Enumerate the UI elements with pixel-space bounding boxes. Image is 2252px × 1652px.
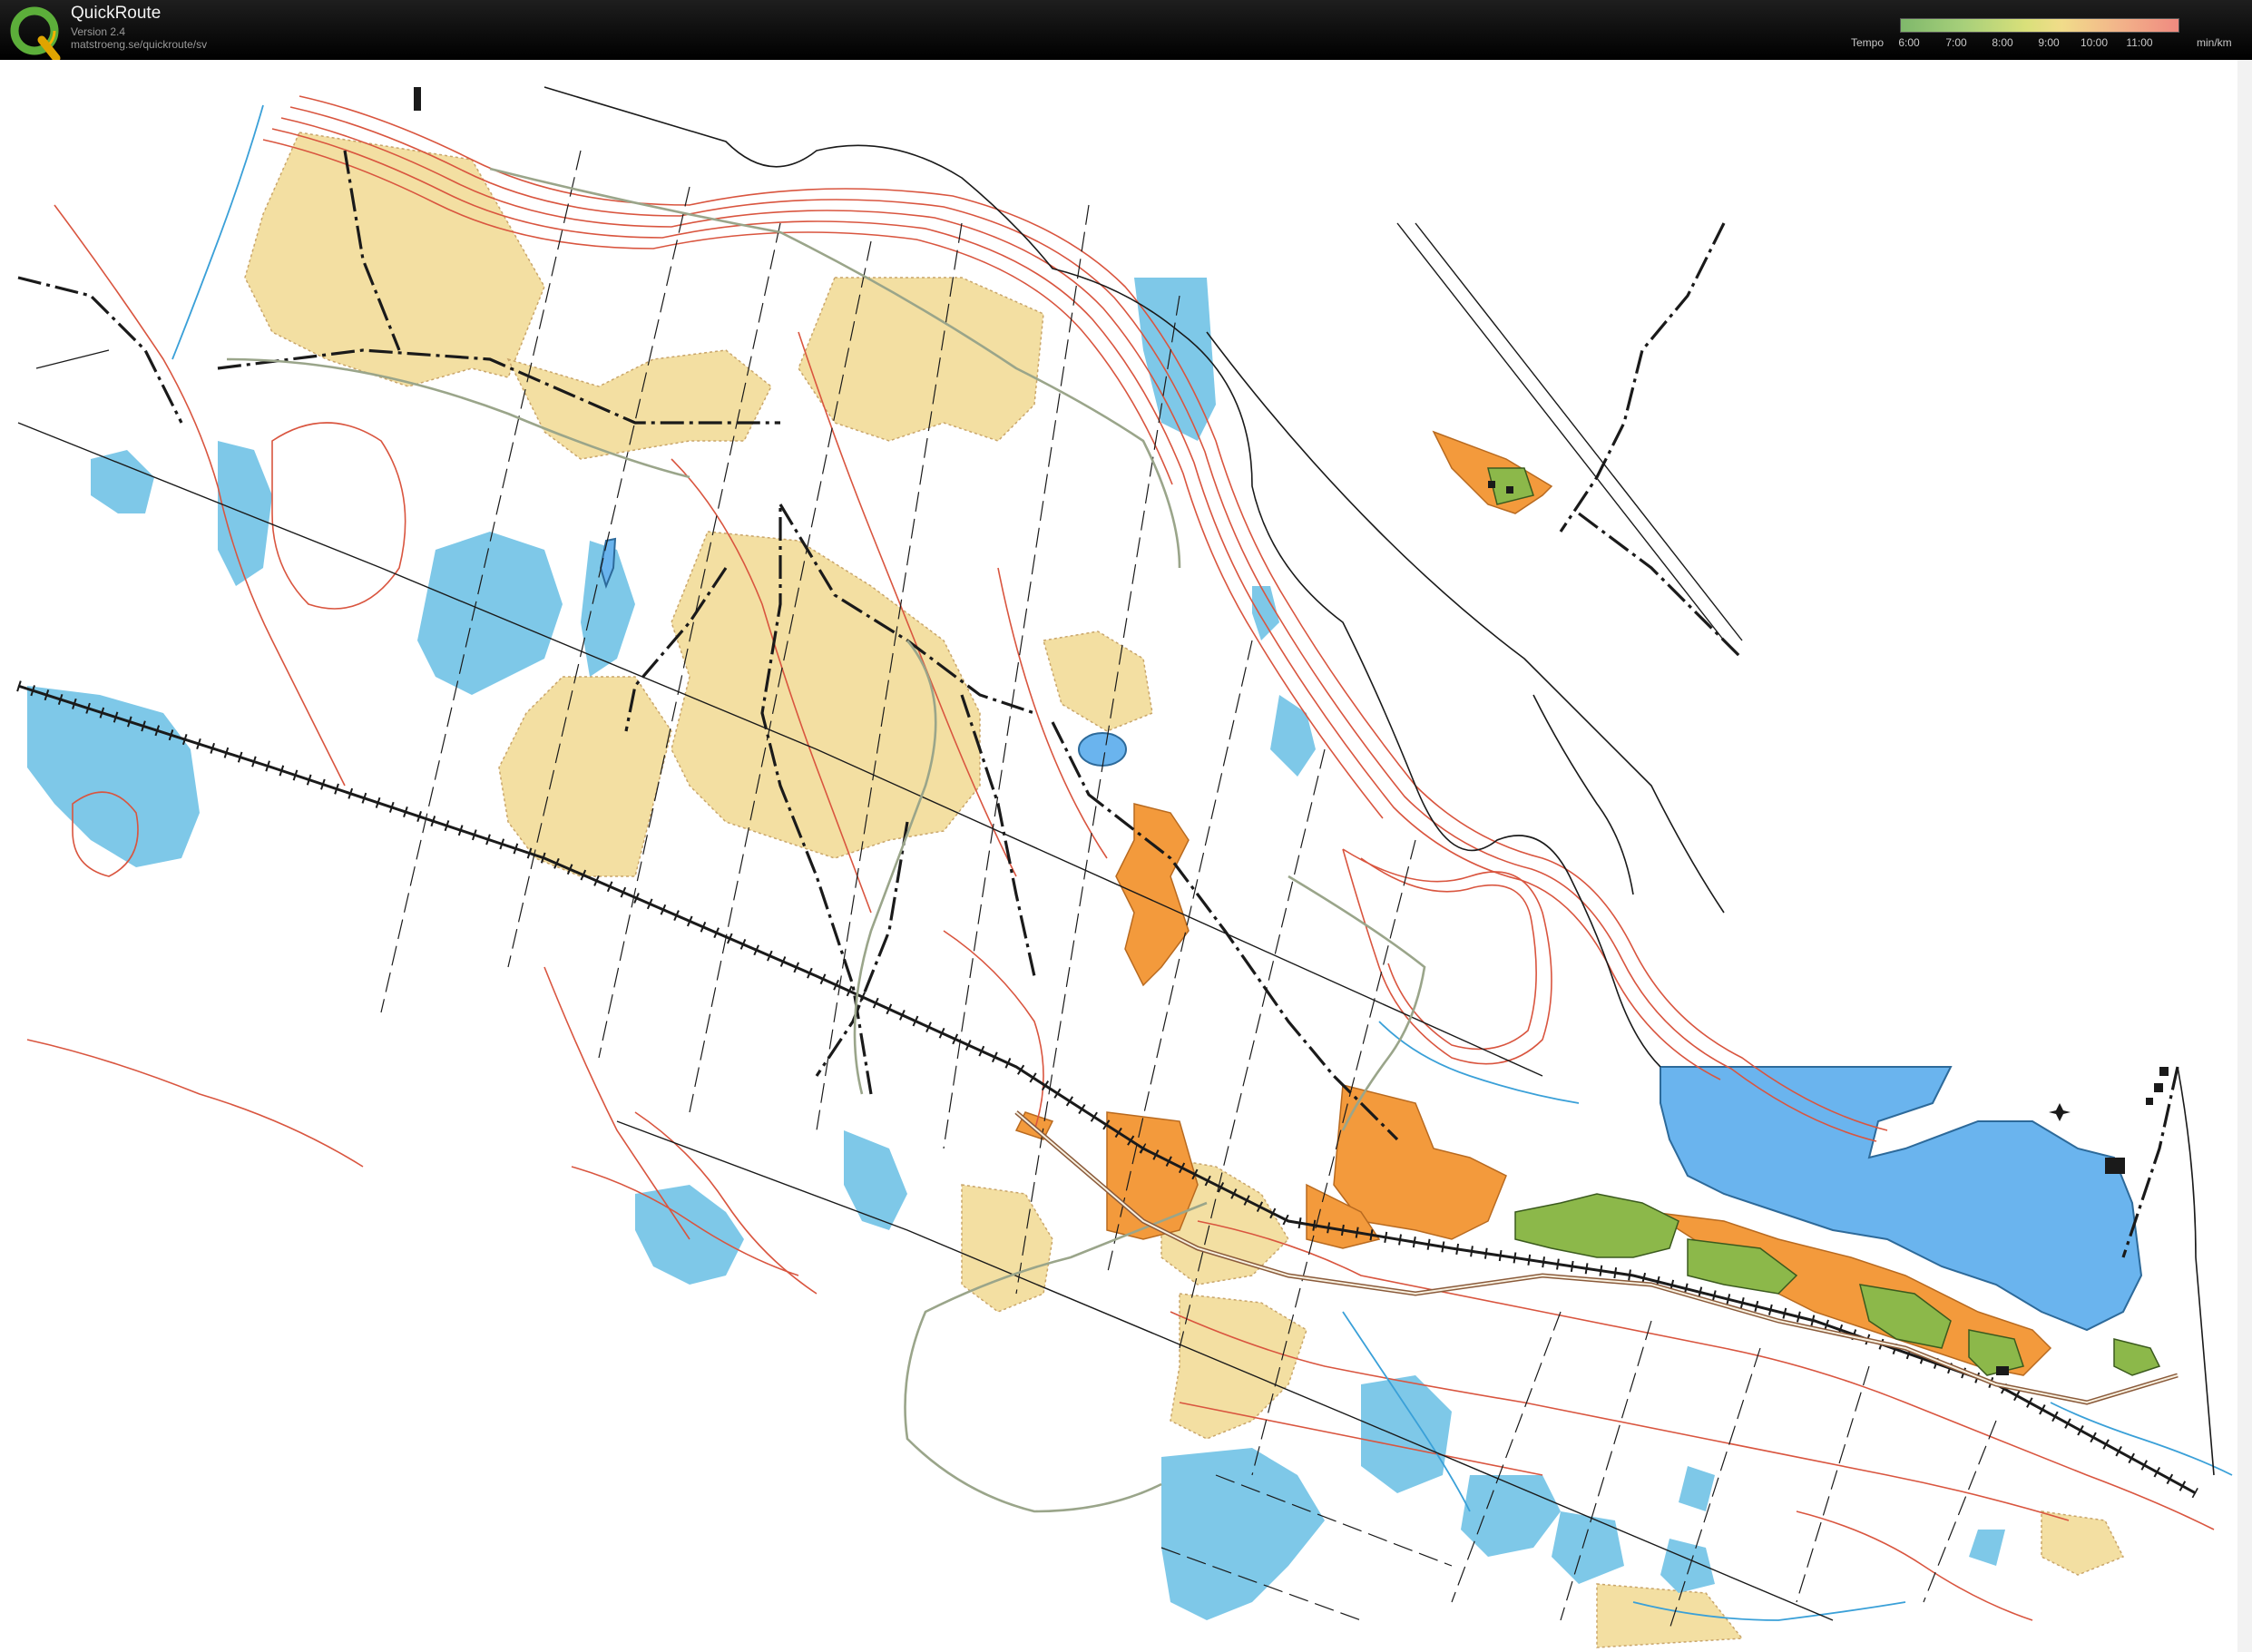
tempo-tick: 7:00 xyxy=(1945,36,1967,49)
paper-edge xyxy=(2237,60,2252,1652)
tempo-tick: 11:00 xyxy=(2126,36,2153,49)
app-url[interactable]: matstroeng.se/quickroute/sv xyxy=(71,38,207,51)
quickroute-header: QuickRoute Version 2.4 matstroeng.se/qui… xyxy=(0,0,2252,60)
tempo-color-scale xyxy=(1900,18,2179,33)
app-version: Version 2.4 xyxy=(71,25,126,38)
tempo-tick: 8:00 xyxy=(1992,36,2013,49)
tempo-label: Tempo xyxy=(1851,36,1885,49)
orienteering-map[interactable] xyxy=(0,60,2252,1652)
quickroute-logo-icon xyxy=(10,6,61,60)
tempo-tick: 10:00 xyxy=(2080,36,2109,49)
tempo-tick: 6:00 xyxy=(1898,36,1920,49)
tempo-tick: 9:00 xyxy=(2038,36,2060,49)
app-title: QuickRoute xyxy=(71,4,162,23)
tempo-unit: min/km xyxy=(2197,36,2232,49)
